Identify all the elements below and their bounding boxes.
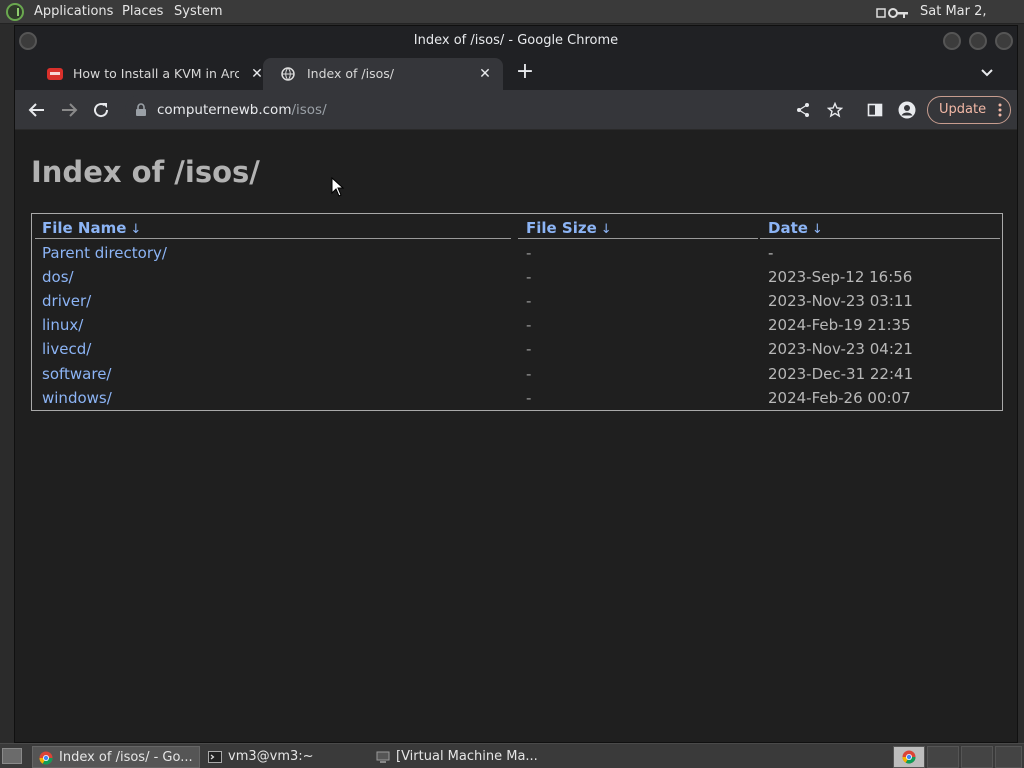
table-row: livecd/ - 2023-Nov-23 04:21 bbox=[32, 337, 1002, 361]
tab-label: How to Install a KVM in Arch L bbox=[73, 66, 239, 81]
tab-kvm-article[interactable]: How to Install a KVM in Arch L ✕ bbox=[29, 58, 275, 90]
distro-logo-icon[interactable] bbox=[6, 3, 24, 21]
column-header-file-name[interactable]: File Name ↓ bbox=[42, 218, 141, 240]
globe-icon bbox=[281, 67, 295, 81]
tab-close-icon[interactable]: ✕ bbox=[475, 64, 495, 84]
taskbar-item-title: vm3@vm3:~ bbox=[228, 749, 314, 764]
file-size: - bbox=[526, 244, 532, 262]
url-path: /isos/ bbox=[291, 102, 327, 118]
file-size: - bbox=[526, 316, 532, 334]
file-date: 2023-Dec-31 22:41 bbox=[768, 365, 914, 383]
window-title: Index of /isos/ - Google Chrome bbox=[413, 33, 619, 48]
column-header-label: Date bbox=[768, 219, 808, 237]
sort-arrow-icon: ↓ bbox=[600, 222, 612, 237]
workspace-2[interactable] bbox=[927, 746, 959, 768]
table-row: dos/ - 2023-Sep-12 16:56 bbox=[32, 265, 1002, 289]
column-header-label: File Size bbox=[526, 219, 597, 237]
header-underline bbox=[760, 238, 1000, 239]
table-row: software/ - 2023-Dec-31 22:41 bbox=[32, 362, 1002, 386]
file-name-link[interactable]: linux/ bbox=[42, 313, 83, 337]
update-button-label: Update bbox=[939, 102, 987, 117]
column-header-label: File Name bbox=[42, 219, 127, 237]
table-row: linux/ - 2024-Feb-19 21:35 bbox=[32, 313, 1002, 337]
taskbar-item-vm-manager[interactable]: [Virtual Machine Ma... bbox=[370, 746, 538, 768]
taskbar-item-chrome[interactable]: Index of /isos/ - Go... bbox=[32, 746, 200, 768]
minimize-button[interactable] bbox=[943, 32, 961, 50]
file-name-link[interactable]: livecd/ bbox=[42, 337, 91, 361]
share-icon[interactable] bbox=[789, 96, 817, 124]
lock-icon[interactable] bbox=[135, 103, 147, 117]
tab-index-isos[interactable]: Index of /isos/ ✕ bbox=[263, 58, 503, 90]
file-size: - bbox=[526, 389, 532, 407]
taskbar-item-terminal[interactable]: vm3@vm3:~ bbox=[202, 746, 366, 768]
file-listing-table: File Name ↓ File Size ↓ Date ↓ Parent direc… bbox=[31, 213, 1003, 411]
taskbar-item-title: [Virtual Machine Ma... bbox=[396, 749, 538, 764]
column-header-date[interactable]: Date ↓ bbox=[768, 218, 823, 240]
workspace-1[interactable] bbox=[893, 746, 925, 768]
header-underline bbox=[35, 238, 511, 239]
bookmark-star-icon[interactable] bbox=[821, 96, 849, 124]
table-row: Parent directory/ - - bbox=[32, 241, 1002, 265]
file-date: - bbox=[768, 244, 774, 262]
menu-places[interactable]: Places bbox=[122, 0, 163, 24]
file-date: 2023-Nov-23 03:11 bbox=[768, 292, 913, 310]
file-date: 2023-Sep-12 16:56 bbox=[768, 268, 913, 286]
file-size: - bbox=[526, 365, 532, 383]
file-name-link[interactable]: dos/ bbox=[42, 265, 74, 289]
file-date: 2024-Feb-19 21:35 bbox=[768, 316, 911, 334]
url-text[interactable]: computernewb.com/isos/ bbox=[157, 95, 327, 125]
file-size: - bbox=[526, 340, 532, 358]
workspace-4[interactable] bbox=[995, 746, 1022, 768]
vm-manager-icon bbox=[376, 751, 390, 763]
back-arrow-icon[interactable] bbox=[23, 96, 51, 124]
file-name-link[interactable]: windows/ bbox=[42, 386, 112, 410]
file-date: 2024-Feb-26 00:07 bbox=[768, 389, 911, 407]
new-tab-plus-icon[interactable]: + bbox=[513, 60, 537, 84]
file-name-link[interactable]: Parent directory/ bbox=[42, 241, 167, 265]
tab-label: Index of /isos/ bbox=[307, 66, 394, 81]
table-row: windows/ - 2024-Feb-26 00:07 bbox=[32, 386, 1002, 410]
terminal-icon bbox=[208, 751, 222, 763]
menu-applications[interactable]: Applications bbox=[34, 0, 113, 24]
profile-avatar-icon[interactable] bbox=[893, 96, 921, 124]
file-date: 2023-Nov-23 04:21 bbox=[768, 340, 913, 358]
window-titlebar[interactable]: Index of /isos/ - Google Chrome bbox=[15, 26, 1017, 56]
keyring-tray-icon[interactable] bbox=[876, 5, 910, 21]
reload-icon[interactable] bbox=[87, 96, 115, 124]
close-window-button[interactable] bbox=[995, 32, 1013, 50]
url-host: computernewb.com bbox=[157, 102, 292, 118]
forward-arrow-icon[interactable] bbox=[55, 96, 83, 124]
table-row: driver/ - 2023-Nov-23 03:11 bbox=[32, 289, 1002, 313]
top-panel: Applications Places System Sat Mar 2, 08… bbox=[0, 0, 1024, 43]
file-size: - bbox=[526, 268, 532, 286]
browser-toolbar: computernewb.com/isos/ Update bbox=[15, 90, 1017, 130]
sort-arrow-icon: ↓ bbox=[130, 222, 142, 237]
bottom-taskbar: Index of /isos/ - Go... vm3@vm3:~ [Virtu… bbox=[0, 743, 1024, 768]
menu-system[interactable]: System bbox=[174, 0, 222, 24]
update-button[interactable]: Update bbox=[927, 96, 1011, 124]
sort-arrow-icon: ↓ bbox=[811, 222, 823, 237]
site-favicon-red-icon bbox=[47, 68, 63, 80]
chrome-icon bbox=[902, 750, 916, 764]
file-name-link[interactable]: software/ bbox=[42, 362, 111, 386]
tab-strip: How to Install a KVM in Arch L ✕ Index o… bbox=[15, 56, 1017, 90]
show-desktop-icon[interactable] bbox=[2, 748, 22, 764]
page-content: Index of /isos/ File Name ↓ File Size ↓ Da… bbox=[15, 131, 1017, 742]
maximize-button[interactable] bbox=[969, 32, 987, 50]
mouse-cursor-icon bbox=[331, 177, 345, 197]
taskbar-item-title: Index of /isos/ - Go... bbox=[59, 750, 193, 765]
browser-window: Index of /isos/ - Google Chrome How to I… bbox=[14, 25, 1018, 743]
file-size: - bbox=[526, 292, 532, 310]
column-header-file-size[interactable]: File Size ↓ bbox=[526, 218, 612, 240]
chevron-down-icon[interactable] bbox=[977, 62, 997, 82]
page-title: Index of /isos/ bbox=[31, 155, 260, 189]
workspace-3[interactable] bbox=[961, 746, 993, 768]
more-menu-icon[interactable] bbox=[998, 103, 1002, 117]
header-underline bbox=[518, 238, 758, 239]
side-panel-icon[interactable] bbox=[861, 96, 889, 124]
chrome-icon bbox=[39, 751, 53, 765]
file-name-link[interactable]: driver/ bbox=[42, 289, 91, 313]
